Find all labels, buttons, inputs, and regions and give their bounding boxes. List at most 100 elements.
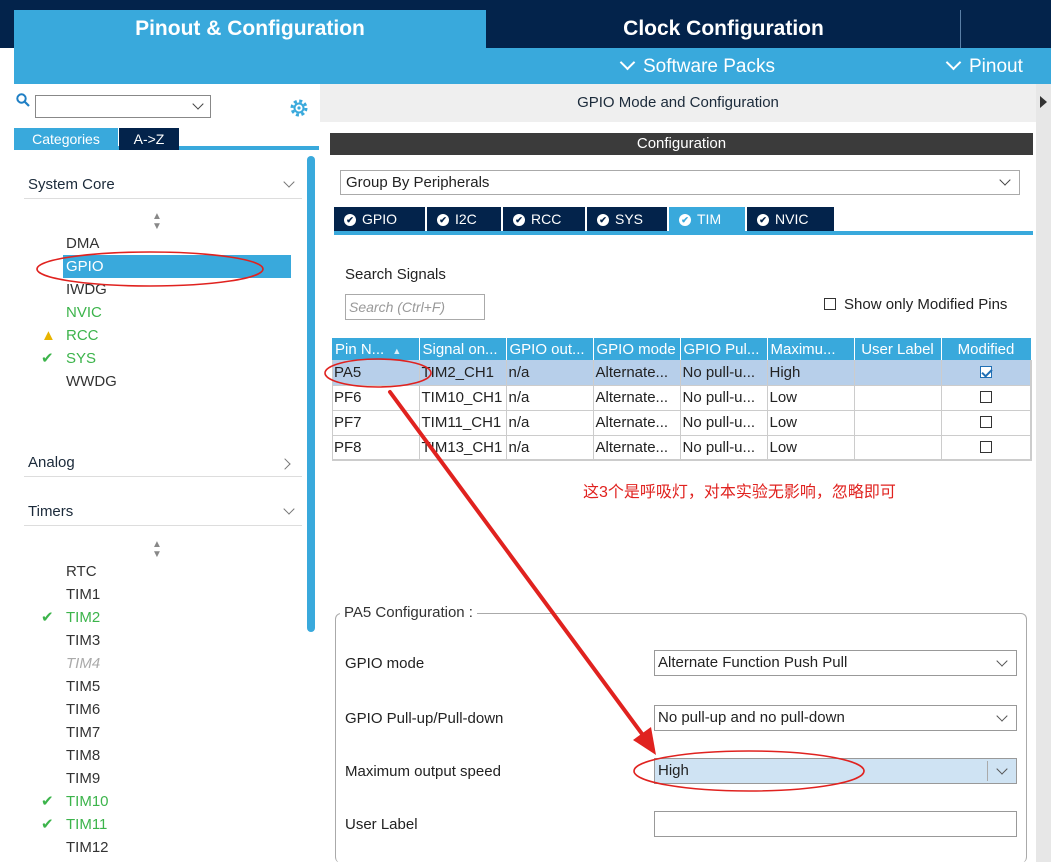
search-signals-input[interactable]: Search (Ctrl+F): [345, 294, 485, 320]
tab-pinout-configuration[interactable]: Pinout & Configuration: [14, 10, 486, 48]
sidebar-item-sys[interactable]: ✔ SYS: [41, 347, 294, 370]
chevron-down-icon: [283, 503, 295, 515]
left-panel: Categories A->Z System Core ▲ ▼ DMA GPIO …: [14, 84, 319, 862]
sidebar-item-iwdg[interactable]: IWDG: [66, 278, 294, 301]
user-label-input[interactable]: [654, 811, 1017, 837]
show-modified-toggle[interactable]: Show only Modified Pins: [824, 296, 1007, 313]
col-gpio-mode[interactable]: GPIO mode: [593, 338, 681, 360]
search-icon[interactable]: [16, 93, 30, 107]
gpio-pull-select[interactable]: No pull-up and no pull-down: [654, 705, 1017, 731]
group-by-value: Group By Peripherals: [346, 174, 490, 191]
divider: [24, 525, 302, 526]
sidebar-item-tim5[interactable]: TIM5: [66, 675, 294, 698]
section-label: Timers: [28, 503, 74, 520]
divider: [987, 761, 988, 781]
sidebar-item-tim1[interactable]: TIM1: [66, 583, 294, 606]
chevron-down-icon: [999, 174, 1011, 186]
top-tab-bar: Pinout & Configuration Clock Configurati…: [0, 0, 1051, 48]
pinout-label: Pinout: [969, 56, 1023, 77]
col-max-speed[interactable]: Maximu...: [767, 338, 855, 360]
sidebar-item-tim9[interactable]: TIM9: [66, 767, 294, 790]
col-gpio-pull[interactable]: GPIO Pul...: [680, 338, 768, 360]
sort-icon[interactable]: ▲ ▼: [152, 540, 162, 560]
sidebar-item-tim10[interactable]: ✔ TIM10: [41, 790, 294, 813]
warning-icon: ▲: [41, 327, 56, 344]
chevron-down-icon: [619, 54, 636, 71]
section-system-core[interactable]: System Core: [28, 176, 295, 200]
sidebar-item-tim7[interactable]: TIM7: [66, 721, 294, 744]
sidebar-item-nvic[interactable]: NVIC: [66, 301, 294, 324]
check-icon: ✔: [41, 609, 54, 626]
check-circle-icon: ✔: [513, 214, 525, 226]
header-label: Pin N...: [335, 340, 385, 358]
show-modified-label: Show only Modified Pins: [844, 296, 1008, 313]
pinout-menu[interactable]: Pinout: [945, 48, 1023, 84]
check-circle-icon: ✔: [344, 214, 356, 226]
check-circle-icon: ✔: [679, 214, 691, 226]
tab-clock-configuration[interactable]: Clock Configuration: [487, 10, 961, 48]
checkbox[interactable]: [824, 298, 836, 310]
chevron-down-icon: [996, 710, 1008, 722]
tab-extra[interactable]: [962, 10, 1051, 48]
category-search-combo[interactable]: [35, 95, 211, 118]
sidebar-item-rtc[interactable]: RTC: [66, 560, 294, 583]
category-tree: System Core ▲ ▼ DMA GPIO IWDG NVIC ▲ RCC …: [14, 154, 307, 862]
item-label: TIM11: [66, 816, 108, 833]
tab-label: RCC: [531, 211, 562, 227]
tab-i2c[interactable]: ✔ I2C: [427, 207, 501, 231]
sidebar-item-tim2[interactable]: ✔ TIM2: [41, 606, 294, 629]
tab-nvic[interactable]: ✔ NVIC: [747, 207, 834, 231]
sidebar-scrollbar-thumb[interactable]: [307, 156, 315, 632]
section-timers[interactable]: Timers: [28, 503, 295, 527]
tab-rcc[interactable]: ✔ RCC: [503, 207, 585, 231]
sort-asc-icon: ▲: [392, 345, 402, 356]
gpio-mode-value: Alternate Function Push Pull: [658, 654, 848, 671]
item-label: SYS: [66, 350, 97, 367]
chevron-down-icon: [283, 176, 295, 188]
gpio-mode-select[interactable]: Alternate Function Push Pull: [654, 650, 1017, 676]
sort-icon[interactable]: ▲ ▼: [152, 212, 162, 232]
tab-gpio[interactable]: ✔ GPIO: [334, 207, 425, 231]
sidebar-item-rcc[interactable]: ▲ RCC: [41, 324, 294, 347]
col-signal[interactable]: Signal on...: [419, 338, 507, 360]
sidebar-item-tim4[interactable]: TIM4: [66, 652, 294, 675]
max-speed-select[interactable]: High: [654, 758, 1017, 784]
peripheral-tabs: ✔ GPIO ✔ I2C ✔ RCC ✔ SYS ✔ TIM ✔ NVIC: [334, 207, 1033, 235]
check-icon: ✔: [41, 350, 54, 367]
check-circle-icon: ✔: [437, 214, 449, 226]
sidebar-item-tim3[interactable]: TIM3: [66, 629, 294, 652]
gear-icon[interactable]: [289, 98, 309, 118]
sidebar-item-gpio[interactable]: GPIO: [63, 255, 291, 278]
arrow-right-icon[interactable]: [1040, 96, 1047, 108]
gpio-pull-value: No pull-up and no pull-down: [658, 709, 845, 726]
sidebar-item-tim11[interactable]: ✔ TIM11: [41, 813, 294, 836]
tab-label: I2C: [455, 211, 477, 227]
tab-categories[interactable]: Categories: [14, 128, 118, 150]
col-modified[interactable]: Modified: [941, 338, 1032, 360]
sidebar-item-tim12[interactable]: TIM12: [66, 836, 294, 859]
max-speed-label: Maximum output speed: [345, 763, 501, 780]
col-pin-name[interactable]: Pin N... ▲: [332, 338, 420, 360]
category-tabs: Categories A->Z: [14, 124, 319, 150]
check-icon: ✔: [41, 793, 54, 810]
software-packs-menu[interactable]: Software Packs: [619, 48, 775, 84]
category-search-row: [14, 90, 319, 118]
sidebar-item-tim8[interactable]: TIM8: [66, 744, 294, 767]
tab-sys[interactable]: ✔ SYS: [587, 207, 667, 231]
sidebar-item-wwdg[interactable]: WWDG: [66, 370, 294, 393]
sidebar-item-dma[interactable]: DMA: [66, 232, 294, 255]
tab-label: NVIC: [775, 211, 809, 227]
tab-a-z[interactable]: A->Z: [119, 128, 179, 150]
check-icon: ✔: [41, 816, 54, 833]
sidebar-item-tim6[interactable]: TIM6: [66, 698, 294, 721]
check-circle-icon: ✔: [597, 214, 609, 226]
mode-header: GPIO Mode and Configuration: [320, 84, 1036, 122]
section-analog[interactable]: Analog: [28, 454, 293, 478]
side-scrollbar[interactable]: [1036, 84, 1051, 862]
col-user-label[interactable]: User Label: [854, 338, 942, 360]
tab-tim[interactable]: ✔ TIM: [669, 207, 745, 231]
col-gpio-output[interactable]: GPIO out...: [506, 338, 594, 360]
group-by-select[interactable]: Group By Peripherals: [340, 170, 1020, 195]
configuration-bar: Configuration: [330, 133, 1033, 155]
tab-label: SYS: [615, 211, 644, 227]
